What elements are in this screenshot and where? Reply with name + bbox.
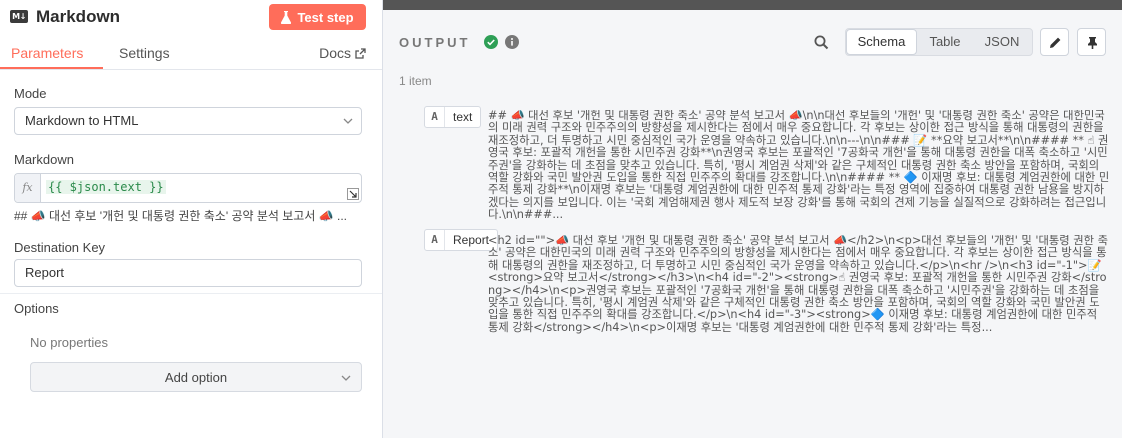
markdown-label: Markdown [14,152,74,167]
destination-key-value: Report [25,265,65,280]
top-strip [383,0,1122,10]
add-option-button[interactable]: Add option [30,362,362,392]
field-badge-report[interactable]: A Report [424,229,499,251]
external-link-icon [355,47,366,59]
test-step-button[interactable]: Test step [269,4,366,30]
check-circle-icon [484,35,498,49]
node-title[interactable]: Markdown [36,7,120,27]
docs-label: Docs [319,45,351,61]
divider [0,293,382,294]
tab-bar: Parameters Settings Docs [0,34,382,70]
output-title: OUTPUT [399,35,471,50]
tab-settings[interactable]: Settings [119,45,170,61]
field-value-text: ## 📣 대선 후보 '개헌 및 대통령 권한 축소' 공약 분석 보고서 📣\… [488,110,1110,222]
add-option-label: Add option [164,369,228,385]
mode-value: Markdown to HTML [25,113,139,128]
view-table-button[interactable]: Table [919,29,971,55]
field-badge-text[interactable]: A text [424,106,482,128]
docs-link[interactable]: Docs [319,45,366,61]
fx-icon: fx [15,174,41,202]
pin-data-button[interactable] [1077,28,1106,56]
destination-key-input[interactable]: Report [14,259,362,287]
info-icon[interactable] [505,35,519,49]
markdown-expression-input[interactable]: fx {{ $json.text }} [14,173,362,203]
search-icon[interactable] [814,35,829,50]
view-schema-button[interactable]: Schema [846,29,917,55]
item-count: 1 item [399,74,432,88]
options-label: Options [14,301,59,316]
field-value-report: <h2 id="">📣 대선 후보 '개헌 및 대통령 권한 축소' 공약 분석… [488,235,1109,334]
field-name: text [453,110,473,124]
markdown-icon: M↓ [10,10,28,23]
edit-output-button[interactable] [1040,28,1069,56]
pencil-icon [1050,37,1061,48]
active-tab-indicator [0,67,103,69]
string-type-icon: A [425,230,445,250]
view-json-button[interactable]: JSON [973,29,1031,55]
expression-preview: ## 📣 대선 후보 '개헌 및 대통령 권한 축소' 공약 분석 보고서 📣 … [14,209,347,223]
chevron-down-icon [341,375,351,381]
expand-icon[interactable] [347,188,359,200]
test-step-label: Test step [297,9,354,25]
pin-icon [1088,37,1097,49]
node-parameters-panel: M↓ Markdown Test step Parameters Setting… [0,0,383,438]
destination-key-label: Destination Key [14,240,106,255]
chevron-down-icon [343,118,353,124]
node-header: M↓ Markdown Test step [0,0,382,34]
output-panel: OUTPUT Schema Table JSON 1 item A text #… [383,0,1122,438]
no-properties-text: No properties [30,335,109,350]
flask-icon [281,10,292,24]
view-toggle: Schema Table JSON [845,28,1033,56]
expression-code: {{ $json.text }} [46,180,166,194]
mode-label: Mode [14,86,47,101]
string-type-icon: A [425,107,445,127]
tab-parameters[interactable]: Parameters [11,45,83,61]
mode-select[interactable]: Markdown to HTML [14,107,362,135]
